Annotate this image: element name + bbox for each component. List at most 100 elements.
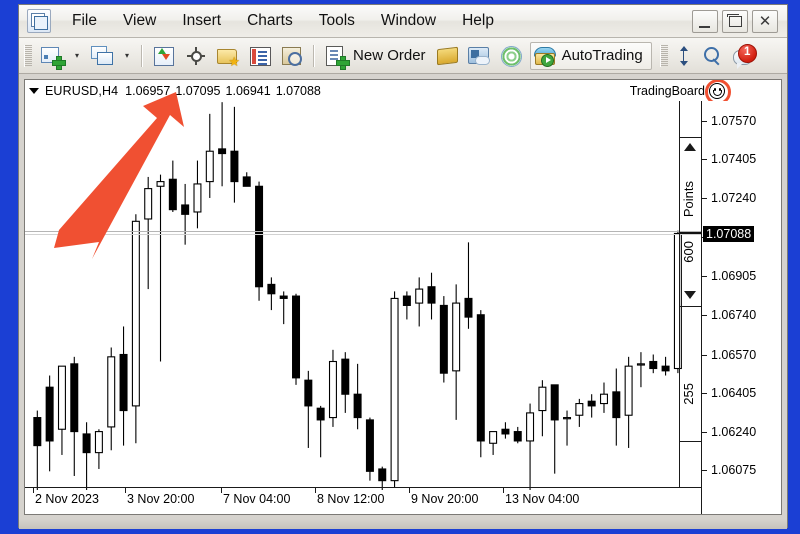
time-label: 3 Nov 20:00 xyxy=(127,492,195,506)
menu-item-file[interactable]: File xyxy=(59,8,110,34)
signals-icon xyxy=(500,45,522,67)
alerts-badge: 1 xyxy=(737,43,757,63)
data-window-icon xyxy=(249,45,272,67)
ohlc-close: 1.07088 xyxy=(275,83,321,98)
menu-item-insert[interactable]: Insert xyxy=(169,8,234,34)
alerts-button[interactable]: 1 xyxy=(728,41,762,71)
chart-symbol-label: EURUSD,H4 xyxy=(45,83,119,98)
status-strip xyxy=(19,519,787,529)
menu-item-window[interactable]: Window xyxy=(368,8,449,34)
price-tick xyxy=(702,120,707,122)
maximize-icon xyxy=(726,13,742,27)
maximize-button[interactable] xyxy=(722,9,748,33)
candlestick-series xyxy=(33,102,682,490)
gauge-down-arrow-icon xyxy=(684,291,696,299)
time-tick xyxy=(315,488,316,493)
new-order-icon xyxy=(325,45,351,70)
gauge-lower-value: 255 xyxy=(681,383,696,405)
price-label: 1.06905 xyxy=(711,269,757,284)
current-price-line xyxy=(25,231,702,233)
zoom-button[interactable] xyxy=(696,41,728,71)
chevron-down-icon: ▾ xyxy=(125,51,130,60)
metatrader-window: File View Insert Charts Tools Window Hel… xyxy=(0,0,800,534)
notes-button[interactable] xyxy=(431,41,463,71)
new-chart-dropdown[interactable]: ▾ xyxy=(68,41,86,71)
time-tick xyxy=(221,488,222,493)
chart-header: EURUSD,H4 1.06957 1.07095 1.06941 1.0708… xyxy=(25,80,326,101)
close-icon: ✕ xyxy=(758,11,772,30)
menu-item-view[interactable]: View xyxy=(110,8,169,34)
crosshair-button[interactable] xyxy=(180,41,212,71)
time-label: 13 Nov 04:00 xyxy=(505,492,580,506)
menu-bar: File View Insert Charts Tools Window Hel… xyxy=(19,5,787,38)
menu-item-tools[interactable]: Tools xyxy=(306,8,368,34)
new-order-label: New Order xyxy=(353,47,426,64)
time-label: 2 Nov 2023 xyxy=(35,492,99,506)
price-tick xyxy=(702,159,707,161)
toolbar-grip-2[interactable] xyxy=(659,44,668,67)
alert-bubble-icon: 1 xyxy=(732,43,757,69)
close-button[interactable]: ✕ xyxy=(752,9,778,33)
autotrading-icon xyxy=(533,45,556,67)
time-tick xyxy=(409,488,410,493)
time-tick xyxy=(125,488,126,493)
price-tick xyxy=(702,354,707,356)
price-tick xyxy=(702,314,707,316)
navigator-search-button[interactable] xyxy=(276,41,308,71)
price-tick xyxy=(702,393,707,394)
news-button[interactable] xyxy=(463,41,495,71)
magnifier-page-icon xyxy=(281,45,303,67)
signals-button[interactable] xyxy=(495,41,527,71)
time-label: 8 Nov 12:00 xyxy=(317,492,385,506)
time-label: 9 Nov 20:00 xyxy=(411,492,479,506)
plot-area[interactable] xyxy=(25,101,702,490)
new-order-button[interactable]: New Order xyxy=(320,41,431,71)
autotrading-button[interactable]: AutoTrading xyxy=(529,41,652,70)
window-controls: ✕ xyxy=(692,9,778,33)
chart-menu-caret-icon[interactable] xyxy=(29,87,39,94)
current-price-line-shadow xyxy=(25,234,702,236)
folder-star-icon: ★ xyxy=(217,45,240,68)
menu-items: File View Insert Charts Tools Window Hel… xyxy=(59,8,692,34)
menu-item-charts[interactable]: Charts xyxy=(234,8,306,34)
price-label: 1.07405 xyxy=(711,152,757,167)
market-watch-button[interactable] xyxy=(148,41,180,71)
toolbar-separator xyxy=(313,44,316,67)
price-tick xyxy=(702,470,707,472)
resize-vertical-icon xyxy=(677,45,691,67)
menu-item-help[interactable]: Help xyxy=(449,8,507,34)
main-toolbar: ▾ ▾ ★ New Order AutoTrading 1 xyxy=(19,38,787,74)
minimize-icon xyxy=(699,25,710,28)
price-label: 1.06240 xyxy=(711,424,757,439)
tile-windows-button[interactable] xyxy=(86,41,118,71)
price-scale[interactable]: 1.07570 1.07405 1.07240 1.06905 1.06740 1.065… xyxy=(701,101,781,514)
data-window-button[interactable] xyxy=(244,41,276,71)
new-chart-button[interactable] xyxy=(36,41,68,71)
toolbar-grip[interactable] xyxy=(24,44,32,67)
gauge-current-marker xyxy=(680,232,702,235)
gauge-up-arrow-icon xyxy=(684,143,696,151)
app-icon xyxy=(27,9,51,33)
points-gauge[interactable]: Points 600 255 xyxy=(679,101,702,488)
ohlc-open: 1.06957 xyxy=(125,83,171,98)
gauge-spread-value: 600 xyxy=(681,241,696,263)
new-chart-icon xyxy=(41,45,66,70)
magnifier-icon xyxy=(701,45,723,67)
price-label: 1.06740 xyxy=(711,307,757,322)
chart-panel[interactable]: EURUSD,H4 1.06957 1.07095 1.06941 1.0708… xyxy=(24,79,782,515)
market-watch-icon xyxy=(153,45,175,67)
resize-vertical-button[interactable] xyxy=(672,41,696,71)
chevron-down-icon: ▾ xyxy=(75,51,80,60)
time-tick xyxy=(503,488,504,493)
tradingboard-label: TradingBoard xyxy=(629,84,705,98)
crosshair-icon xyxy=(185,45,207,67)
price-tick xyxy=(702,276,707,278)
current-price-label: 1.07088 xyxy=(703,225,755,242)
price-tick xyxy=(702,431,707,433)
favorites-button[interactable]: ★ xyxy=(212,41,244,71)
price-tick xyxy=(702,198,707,199)
price-label: 1.07240 xyxy=(711,191,757,205)
minimize-button[interactable] xyxy=(692,9,718,33)
news-icon xyxy=(467,45,490,67)
tile-windows-dropdown[interactable]: ▾ xyxy=(118,41,136,71)
